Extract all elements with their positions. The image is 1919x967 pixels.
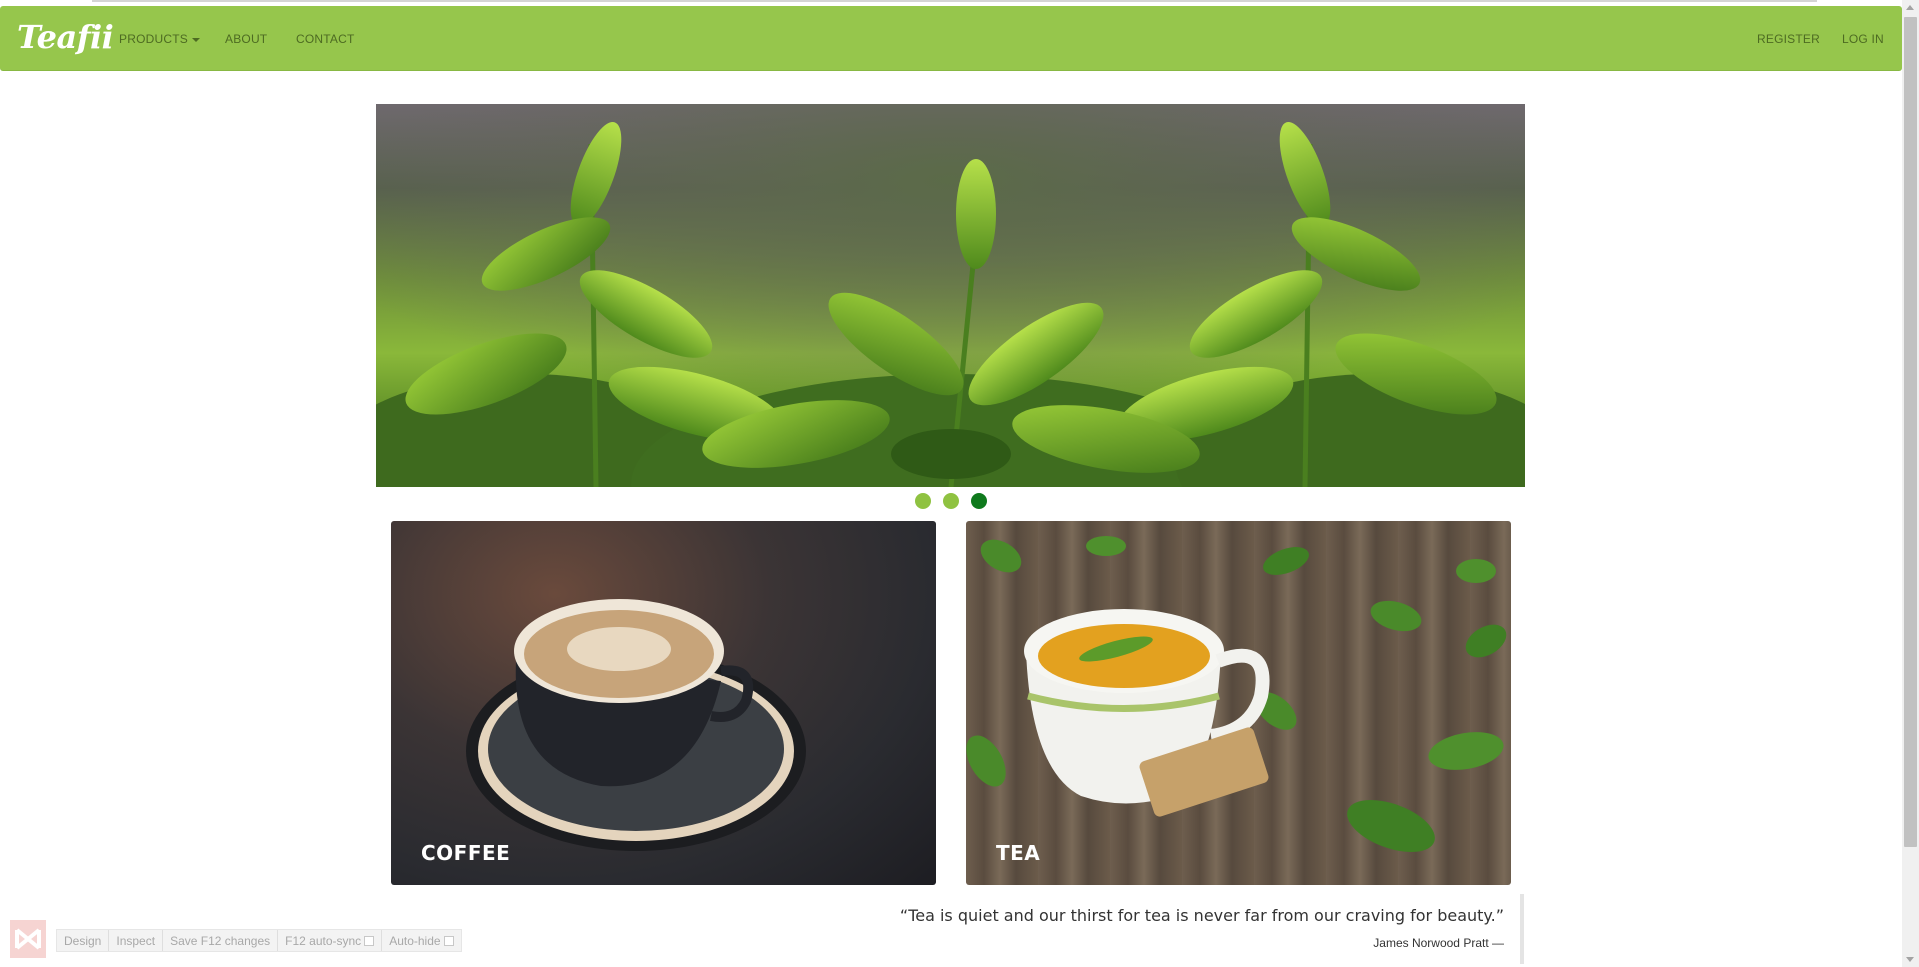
coffee-card-label: COFFEE <box>421 841 511 865</box>
f12-auto-sync-label: F12 auto-sync <box>285 933 362 948</box>
auto-hide-checkbox[interactable] <box>443 935 454 946</box>
scroll-up-arrow-icon[interactable] <box>1906 5 1914 10</box>
nav-products-dropdown[interactable]: PRODUCTS <box>119 32 200 46</box>
inspect-button[interactable]: Inspect <box>109 930 164 951</box>
tea-card-label: TEA <box>996 841 1041 865</box>
carousel-dot-3[interactable] <box>971 493 987 509</box>
auto-hide-label: Auto-hide <box>389 933 441 948</box>
tea-leaves-illustration <box>376 104 1525 487</box>
tea-category-card[interactable]: TEA <box>966 521 1511 885</box>
coffee-category-card[interactable]: COFFEE <box>391 521 936 885</box>
brand-logo[interactable]: Teafii <box>17 18 114 56</box>
devtools-panel: Design Inspect Save F12 changes F12 auto… <box>56 929 462 952</box>
nav-contact-link[interactable]: CONTACT <box>296 32 355 46</box>
main-navbar: Teafii PRODUCTS ABOUT CONTACT REGISTER L… <box>0 6 1902 71</box>
browser-top-edge <box>0 0 1902 5</box>
page-scrollbar[interactable] <box>1902 0 1919 967</box>
nav-login-link[interactable]: LOG IN <box>1842 32 1884 46</box>
quote-text: “Tea is quiet and our thirst for tea is … <box>899 906 1504 925</box>
carousel-dot-1[interactable] <box>915 493 931 509</box>
nav-about-link[interactable]: ABOUT <box>225 32 267 46</box>
scrollbar-thumb[interactable] <box>1904 17 1917 847</box>
design-button[interactable]: Design <box>57 930 110 951</box>
nav-register-link[interactable]: REGISTER <box>1757 32 1820 46</box>
f12-auto-sync-checkbox[interactable] <box>364 935 375 946</box>
quote-author: James Norwood Pratt — <box>1373 936 1504 950</box>
hero-carousel-image <box>376 104 1525 487</box>
save-f12-changes-button[interactable]: Save F12 changes <box>163 930 279 951</box>
scroll-down-arrow-icon[interactable] <box>1906 957 1914 962</box>
carousel-dot-2[interactable] <box>943 493 959 509</box>
blockquote: “Tea is quiet and our thirst for tea is … <box>850 894 1524 964</box>
auto-hide-toggle[interactable]: Auto-hide <box>382 930 460 951</box>
coffee-cup-image <box>466 599 806 851</box>
tea-cup-image <box>966 536 1507 852</box>
visual-studio-icon[interactable] <box>10 920 46 958</box>
caret-down-icon <box>191 37 200 42</box>
f12-auto-sync-toggle[interactable]: F12 auto-sync <box>278 930 383 951</box>
nav-products-label: PRODUCTS <box>119 32 188 46</box>
